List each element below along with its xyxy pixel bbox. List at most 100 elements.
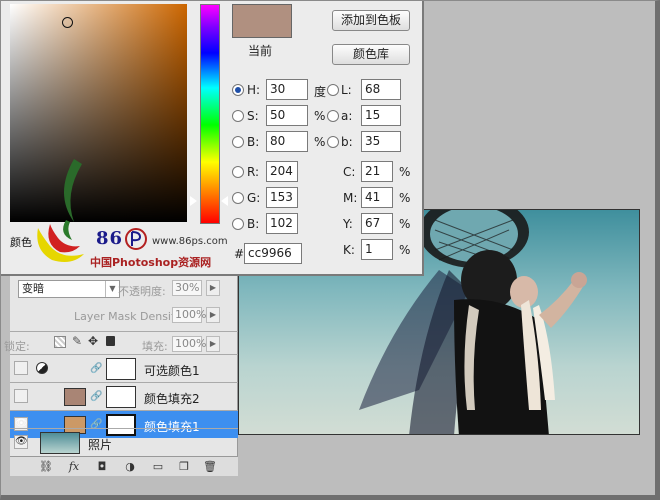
lock-paint-brush-icon[interactable]: ✎ [72,334,82,348]
lock-transparency-icon[interactable] [54,336,66,348]
green-label: G: [247,191,261,205]
saturation-brightness-field[interactable] [10,4,187,222]
lock-all-icon[interactable] [106,336,115,346]
color-fill-thumbnail[interactable] [64,388,86,406]
visibility-toggle[interactable] [14,361,28,375]
fill-label: 填充: [142,340,168,353]
hex-field[interactable]: cc9966 [244,243,302,264]
black-field[interactable]: 1 [361,239,393,260]
yellow-unit: % [399,217,411,231]
cyan-field[interactable]: 21 [361,161,393,182]
hue-field[interactable]: 30 [266,79,308,100]
saturation-field[interactable]: 50 [266,105,308,126]
blue-label: B: [247,217,260,231]
layer-row[interactable]: 👁 照片 [10,428,238,456]
lab-a-field[interactable]: 15 [361,105,401,126]
cyan-label: C: [343,165,356,179]
layer-row[interactable]: 🔗 可选颜色1 [10,354,238,382]
lab-b-field[interactable]: 35 [361,131,401,152]
visibility-toggle[interactable] [14,389,28,403]
color-libraries-button[interactable]: 颜色库 [332,44,410,65]
opacity-label: 不透明度: [118,285,166,298]
red-radio[interactable] [232,166,244,178]
layers-footer-toolbar: ⛓ fx ◘ ◑ ▭ ❐ 🗑 [10,456,238,476]
mask-density-field[interactable]: 100% [172,307,206,323]
eye-icon[interactable]: 👁 [14,435,28,449]
saturation-unit: % [314,109,326,123]
saturation-label: S: [247,109,259,123]
lab-b-radio[interactable] [327,136,339,148]
photo-layer-thumbnail[interactable] [40,432,80,454]
mask-icon[interactable]: ◘ [94,459,110,475]
lab-b-label: b: [341,135,353,149]
layer-mask-thumbnail[interactable] [106,358,136,380]
yellow-field[interactable]: 67 [361,213,393,234]
yellow-label: Y: [343,217,353,231]
brightness-field[interactable]: 80 [266,131,308,152]
magenta-field[interactable]: 41 [361,187,393,208]
red-label: R: [247,165,260,179]
watermark-ps-badge [125,228,147,250]
lab-a-label: a: [341,109,353,123]
fill-field[interactable]: 100% [172,336,206,352]
group-folder-icon[interactable]: ▭ [150,459,166,475]
magenta-label: M: [343,191,358,205]
layer-name: 颜色填充2 [144,392,200,406]
saturation-radio[interactable] [232,110,244,122]
red-field[interactable]: 204 [266,161,298,182]
lab-l-radio[interactable] [327,84,339,96]
layers-panel: 变暗 ▼ 不透明度: 30% ▶ Layer Mask Density 100%… [4,276,238,476]
green-row: G: 153 [232,187,304,209]
magenta-row: M: 41 % [343,187,413,209]
hue-unit: 度 [314,85,327,99]
new-layer-icon[interactable]: ❐ [176,459,192,475]
hue-slider-right-arrow-icon[interactable] [221,196,228,206]
add-to-swatches-button[interactable]: 添加到色板 [332,10,410,31]
adjustment-layer-icon [36,362,48,374]
layer-name: 可选颜色1 [144,364,200,378]
mask-density-arrow-icon[interactable]: ▶ [206,307,220,323]
hex-row: # cc9966 [232,243,304,265]
hue-slider[interactable] [200,4,220,224]
chain-link-icon[interactable]: 🔗 [90,391,102,402]
chevron-down-icon: ▼ [105,281,119,297]
color-picker-dialog: 当前 添加到色板 颜色库 H: 30 度 S: 50 % B: 80 % L: … [0,0,424,276]
lab-a-radio[interactable] [327,110,339,122]
blend-mode-select[interactable]: 变暗 ▼ [18,280,120,298]
lock-label: 锁定: [4,340,30,353]
black-label: K: [343,243,355,257]
hue-slider-left-arrow-icon[interactable] [190,196,197,206]
brightness-unit: % [314,135,326,149]
fx-icon[interactable]: fx [66,459,82,475]
hue-radio[interactable] [232,84,244,96]
lab-l-label: L: [341,83,352,97]
black-row: K: 1 % [343,239,413,261]
green-field[interactable]: 153 [266,187,298,208]
layer-row[interactable]: 🔗 颜色填充2 [10,382,238,410]
magenta-unit: % [399,191,411,205]
lock-move-icon[interactable]: ✥ [88,334,98,348]
hue-label: H: [247,83,261,97]
hue-row: H: 30 度 [232,79,327,101]
chain-link-icon[interactable]: 🔗 [90,363,102,374]
link-icon[interactable]: ⛓ [38,459,54,475]
current-color-swatch [232,4,292,38]
lab-l-field[interactable]: 68 [361,79,401,100]
brightness-radio[interactable] [232,136,244,148]
trash-icon[interactable]: 🗑 [202,459,218,475]
fill-arrow-icon[interactable]: ▶ [206,336,220,352]
lock-row: 锁定: ✎ ✥ 填充: 100% ▶ [4,331,238,355]
watermark-logo-swoosh [64,159,82,222]
layer-mask-thumbnail[interactable] [106,386,136,408]
opacity-arrow-icon[interactable]: ▶ [206,280,220,296]
hex-label: # [234,247,245,261]
saturation-row: S: 50 % [232,105,326,127]
blue-radio[interactable] [232,218,244,230]
green-radio[interactable] [232,192,244,204]
adjustment-icon[interactable]: ◑ [122,459,138,475]
opacity-field[interactable]: 30% [172,280,202,296]
black-unit: % [399,243,411,257]
lab-b-row: b: 35 [327,131,407,153]
color-marker-icon[interactable] [62,17,73,28]
blue-field[interactable]: 102 [266,213,298,234]
